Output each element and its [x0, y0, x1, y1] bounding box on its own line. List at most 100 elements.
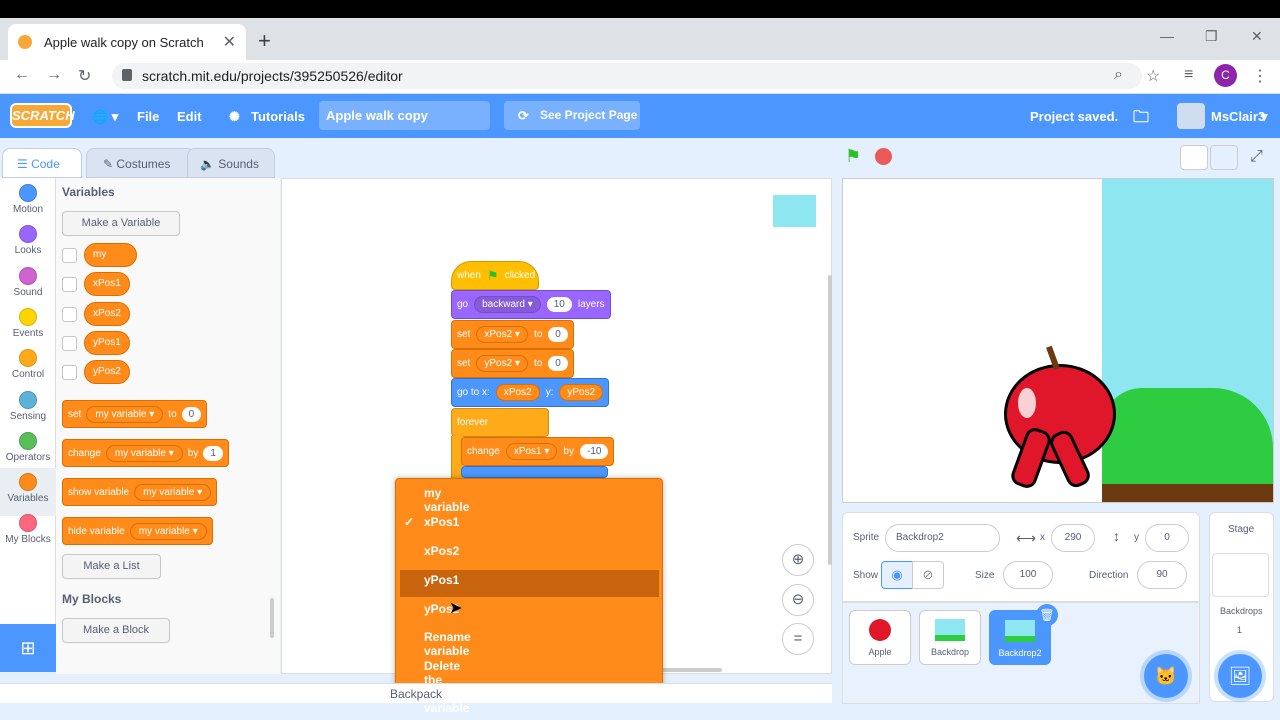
- set-xpos2-block[interactable]: set xPos2 ▾ to 0: [451, 320, 574, 349]
- dropdown-item[interactable]: Rename variable: [424, 630, 471, 658]
- goto-x-reporter[interactable]: xPos2: [495, 384, 540, 401]
- change-xpos1-dropdown[interactable]: xPos1 ▾: [505, 443, 558, 460]
- set-value-input[interactable]: 0: [181, 406, 202, 422]
- green-flag-icon[interactable]: ⚑: [845, 146, 861, 167]
- size-input[interactable]: 100: [1003, 561, 1053, 589]
- zoom-out-icon[interactable]: ⊖: [782, 584, 814, 616]
- direction-input[interactable]: 90: [1137, 561, 1187, 589]
- script-vertical-scrollbar[interactable]: [828, 275, 832, 565]
- tutorials-icon[interactable]: ✺: [229, 109, 240, 125]
- bookmark-star-icon[interactable]: ☆: [1146, 66, 1160, 86]
- add-extension-button[interactable]: ⊞: [0, 624, 56, 672]
- account-chevron-down-icon[interactable]: ▾: [1261, 109, 1268, 125]
- variable-checkbox[interactable]: [62, 365, 77, 381]
- y-input[interactable]: 0: [1145, 524, 1189, 552]
- username[interactable]: MsClair3: [1211, 109, 1265, 124]
- my-stuff-folder-icon[interactable]: 🗀: [1133, 106, 1149, 133]
- globe-icon[interactable]: 🌐 ▾: [92, 109, 118, 125]
- category-my-blocks[interactable]: My Blocks: [0, 508, 56, 545]
- sprite-tile[interactable]: Apple: [849, 610, 911, 665]
- tutorials-button[interactable]: Tutorials: [251, 109, 305, 124]
- restore-icon[interactable]: ❐: [1205, 28, 1218, 45]
- tab-costumes[interactable]: ✎ Costumes: [86, 148, 196, 178]
- forever-block[interactable]: forever: [451, 408, 549, 437]
- make-variable-button[interactable]: Make a Variable: [62, 211, 180, 236]
- goto-y-reporter[interactable]: yPos2: [559, 384, 604, 401]
- backpack-bar[interactable]: Backpack: [0, 683, 832, 703]
- category-sensing[interactable]: Sensing: [0, 385, 56, 422]
- small-stage-icon[interactable]: [1180, 145, 1208, 170]
- zoom-reset-icon[interactable]: =: [782, 623, 814, 655]
- user-avatar[interactable]: [1177, 103, 1205, 129]
- dropdown-item[interactable]: my variable: [424, 486, 469, 514]
- go-backward-layers-block[interactable]: go backward ▾ 10 layers: [451, 290, 611, 319]
- change-value-input[interactable]: 1: [203, 445, 223, 461]
- make-list-button[interactable]: Make a List: [62, 554, 161, 579]
- variable-checkbox[interactable]: [62, 277, 77, 293]
- dropdown-item[interactable]: xPos2: [424, 544, 459, 558]
- set-variable-block[interactable]: set my variable ▾ to 0: [62, 400, 208, 428]
- show-var-dropdown[interactable]: my variable ▾: [134, 483, 212, 501]
- url-field[interactable]: scratch.mit.edu/projects/395250526/edito…: [112, 63, 1142, 89]
- hide-eye-icon[interactable]: ⊘: [912, 561, 944, 589]
- dropdown-item[interactable]: xPos1: [424, 515, 459, 529]
- hide-var-dropdown[interactable]: my variable ▾: [129, 522, 207, 540]
- variable-checkbox[interactable]: [62, 335, 77, 351]
- variable-reporter[interactable]: yPos1: [84, 330, 130, 355]
- close-window-icon[interactable]: ✕: [1251, 28, 1263, 45]
- category-looks[interactable]: Looks: [0, 219, 56, 256]
- close-tab-icon[interactable]: ✕: [223, 32, 236, 52]
- minimize-icon[interactable]: —: [1160, 28, 1174, 44]
- hide-variable-block[interactable]: hide variable my variable ▾: [62, 517, 213, 545]
- fullscreen-icon[interactable]: ⤢: [1250, 148, 1263, 166]
- layer-direction-dropdown[interactable]: backward ▾: [474, 296, 541, 313]
- reload-icon[interactable]: ↻: [78, 66, 91, 86]
- layers-count-input[interactable]: 10: [546, 297, 572, 312]
- tab-code[interactable]: ☰ Code: [2, 148, 82, 178]
- back-icon[interactable]: ←: [14, 66, 30, 84]
- browser-tab[interactable]: Apple walk copy on Scratch ✕: [8, 24, 246, 60]
- variable-checkbox[interactable]: [62, 248, 77, 263]
- x-input[interactable]: 290: [1051, 524, 1095, 552]
- change-var-dropdown[interactable]: my variable ▾: [105, 444, 183, 462]
- set-ypos2-value[interactable]: 0: [548, 356, 568, 371]
- file-menu[interactable]: File: [137, 109, 159, 124]
- forward-icon[interactable]: →: [46, 66, 62, 84]
- add-sprite-icon[interactable]: 🐱: [1144, 654, 1188, 698]
- large-stage-icon[interactable]: [1210, 145, 1238, 170]
- delete-sprite-icon[interactable]: 🗑: [1036, 604, 1058, 626]
- when-flag-clicked-block[interactable]: when ⚑ clicked: [451, 261, 539, 290]
- set-xpos2-value[interactable]: 0: [548, 327, 568, 342]
- set-var-dropdown[interactable]: my variable ▾: [86, 405, 164, 423]
- palette-scrollbar[interactable]: [270, 598, 274, 638]
- new-tab-icon[interactable]: +: [258, 28, 271, 54]
- go-to-xy-block[interactable]: go to x: xPos2 y: yPos2: [451, 378, 610, 407]
- change-variable-block[interactable]: change my variable ▾ by 1: [62, 439, 229, 467]
- category-sound[interactable]: Sound: [0, 261, 56, 298]
- show-variable-block[interactable]: show variable my variable ▾: [62, 478, 218, 506]
- tab-sounds[interactable]: 🔈 Sounds: [187, 148, 275, 178]
- change-xpos1-block[interactable]: change xPos1 ▾ by -10: [461, 437, 615, 466]
- category-variables[interactable]: Variables: [0, 467, 56, 504]
- add-backdrop-icon[interactable]: 🖼: [1218, 654, 1262, 698]
- media-icon[interactable]: ≡: [1184, 66, 1193, 84]
- variable-reporter[interactable]: yPos2: [84, 360, 130, 385]
- dropdown-item[interactable]: yPos1: [424, 573, 459, 587]
- sprite-tile[interactable]: Backdrop: [919, 610, 981, 665]
- scratch-logo[interactable]: SCRATCH: [10, 103, 75, 128]
- variable-reporter[interactable]: my variable: [84, 243, 138, 282]
- edit-menu[interactable]: Edit: [177, 109, 202, 124]
- category-control[interactable]: Control: [0, 343, 56, 380]
- set-ypos2-dropdown[interactable]: yPos2 ▾: [476, 355, 528, 372]
- category-operators[interactable]: Operators: [0, 426, 56, 463]
- browser-menu-icon[interactable]: ⋮: [1252, 66, 1268, 86]
- set-xpos2-dropdown[interactable]: xPos2 ▾: [476, 326, 528, 343]
- set-ypos2-block[interactable]: set yPos2 ▾ to 0: [451, 349, 574, 378]
- variable-checkbox[interactable]: [62, 306, 77, 322]
- show-visible-icon[interactable]: ◉: [881, 561, 913, 589]
- change-xpos1-value[interactable]: -10: [579, 444, 609, 459]
- zoom-in-icon[interactable]: ⊕: [782, 544, 814, 576]
- variable-reporter[interactable]: xPos1: [84, 272, 130, 297]
- variable-reporter[interactable]: xPos2: [84, 301, 130, 326]
- category-motion[interactable]: Motion: [0, 178, 56, 215]
